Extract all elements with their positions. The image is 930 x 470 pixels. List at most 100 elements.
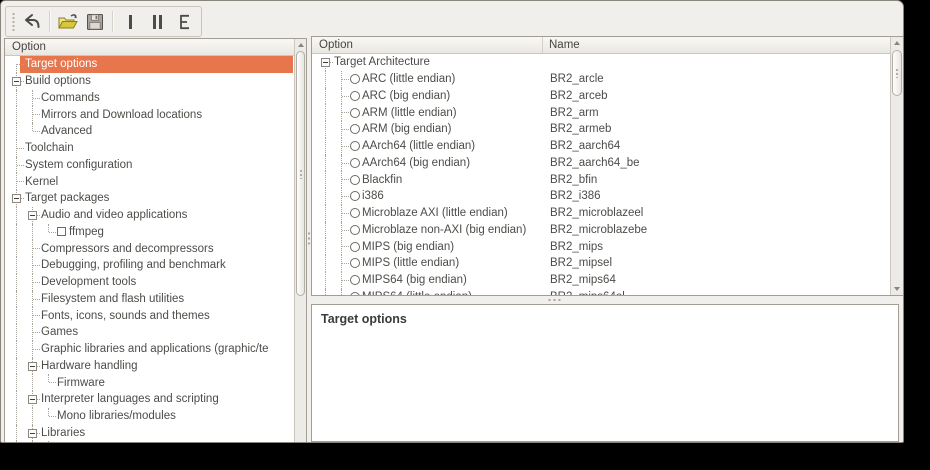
horizontal-splitter[interactable] [547,298,563,302]
checkbox-icon[interactable] [57,227,66,236]
tree-item[interactable]: Target options [9,56,293,73]
symbol-name: BR2_mips64 [550,272,616,289]
tree-item[interactable]: i386BR2_i386 [318,188,889,205]
radio-icon[interactable] [350,91,360,101]
tree-item-label: Microblaze non-AXI (big endian) [362,224,526,236]
right-scrollbar-thumb[interactable] [892,50,902,96]
tree-item-label: Mirrors and Download locations [41,109,202,121]
left-column-header[interactable]: Option [5,39,294,56]
tree-item[interactable]: MIPS (little endian)BR2_mipsel [318,255,889,272]
tree-item[interactable]: Microblaze AXI (little endian)BR2_microb… [318,205,889,222]
tree-guide-line [318,71,334,88]
tree-item[interactable]: MIPS64 (little endian)BR2_mips64el [318,289,889,296]
open-button[interactable] [54,9,81,35]
tree-item[interactable]: System configuration [9,157,293,174]
tree-item[interactable]: Microblaze non-AXI (big endian)BR2_micro… [318,222,889,239]
tree-item[interactable]: Advanced [9,123,293,140]
tree-guide-line [9,240,25,257]
single-view-button[interactable] [117,9,144,35]
collapse-toggle-icon[interactable] [28,211,37,220]
tree-item[interactable]: MIPS (big endian)BR2_mips [318,238,889,255]
tree-item[interactable]: Debugging, profiling and benchmark [9,257,293,274]
tree-guide-line [318,205,334,222]
option-column-header[interactable]: Option [5,39,294,55]
split-view-button[interactable] [144,9,171,35]
branch-connector [334,255,350,272]
symbol-name: BR2_aarch64 [550,138,620,155]
branch-connector [334,222,350,239]
tree-item[interactable]: ARM (little endian)BR2_arm [318,104,889,121]
tree-item[interactable]: Filesystem and flash utilities [9,291,293,308]
right-vertical-scrollbar[interactable] [890,37,903,295]
tree-guide-line [9,224,25,241]
tree-item[interactable]: Compressors and decompressors [9,240,293,257]
branch-connector [25,291,41,308]
radio-icon[interactable] [350,242,360,252]
tree-item[interactable]: Libraries [9,425,293,442]
scroll-up-icon[interactable] [298,43,304,47]
tree-item[interactable]: Target packages [9,190,293,207]
radio-icon[interactable] [350,124,360,134]
tree-item[interactable]: ffmpeg [9,224,293,241]
back-button[interactable] [18,9,45,35]
tree-item-label: ARC (big endian) [362,90,450,102]
tree-item[interactable]: Interpreter languages and scripting [9,391,293,408]
tree-item[interactable]: Fonts, icons, sounds and themes [9,307,293,324]
tree-item[interactable]: Toolchain [9,140,293,157]
full-view-button[interactable] [171,9,198,35]
tree-item[interactable]: ARC (little endian)BR2_arcle [318,71,889,88]
radio-icon[interactable] [350,108,360,118]
branch-connector [318,54,334,71]
tree-item-label: Advanced [41,125,92,137]
radio-icon[interactable] [350,191,360,201]
tree-item[interactable]: Audio/Sound [9,441,293,443]
tree-item[interactable]: ARC (big endian)BR2_arceb [318,88,889,105]
tree-item[interactable]: Games [9,324,293,341]
tree-item[interactable]: Hardware handling [9,358,293,375]
collapse-toggle-icon[interactable] [12,194,21,203]
tree-item[interactable]: Mono libraries/modules [9,408,293,425]
radio-icon[interactable] [350,275,360,285]
tree-item-label: Blackfin [362,174,402,186]
tree-item[interactable]: Target Architecture [318,54,889,71]
tree-item[interactable]: AArch64 (little endian)BR2_aarch64 [318,138,889,155]
tree-item[interactable]: AArch64 (big endian)BR2_aarch64_be [318,155,889,172]
branch-connector [334,171,350,188]
branch-connector [9,173,25,190]
radio-icon[interactable] [350,292,360,295]
collapse-toggle-icon[interactable] [28,395,37,404]
collapse-toggle-icon[interactable] [12,77,21,86]
tree-item[interactable]: Build options [9,73,293,90]
save-button[interactable] [81,9,108,35]
scroll-down-icon[interactable] [894,287,900,291]
left-scrollbar-thumb[interactable] [296,51,305,296]
tree-item[interactable]: Mirrors and Download locations [9,106,293,123]
radio-icon[interactable] [350,225,360,235]
option-column-header[interactable]: Option [312,37,543,53]
tree-item[interactable]: Audio and video applications [9,207,293,224]
collapse-toggle-icon[interactable] [28,362,37,371]
radio-icon[interactable] [350,74,360,84]
tree-item[interactable]: Kernel [9,173,293,190]
radio-icon[interactable] [350,175,360,185]
radio-icon[interactable] [350,141,360,151]
name-column-header[interactable]: Name [543,37,890,53]
tree-item[interactable]: Firmware [9,374,293,391]
tree-item[interactable]: BlackfinBR2_bfin [318,171,889,188]
tree-guide-line [25,374,41,391]
toolbar [5,6,202,37]
radio-icon[interactable] [350,258,360,268]
tree-item[interactable]: MIPS64 (big endian)BR2_mips64 [318,272,889,289]
radio-icon[interactable] [350,158,360,168]
tree-item[interactable]: ARM (big endian)BR2_armeb [318,121,889,138]
collapse-toggle-icon[interactable] [28,429,37,438]
collapse-toggle-icon[interactable] [321,58,330,67]
toolbar-grip[interactable] [11,12,16,32]
left-vertical-scrollbar[interactable] [294,39,306,443]
tree-item[interactable]: Graphic libraries and applications (grap… [9,341,293,358]
tree-guide-line [9,408,25,425]
tree-item[interactable]: Commands [9,90,293,107]
radio-icon[interactable] [350,208,360,218]
scroll-up-icon[interactable] [894,41,900,45]
tree-item[interactable]: Development tools [9,274,293,291]
